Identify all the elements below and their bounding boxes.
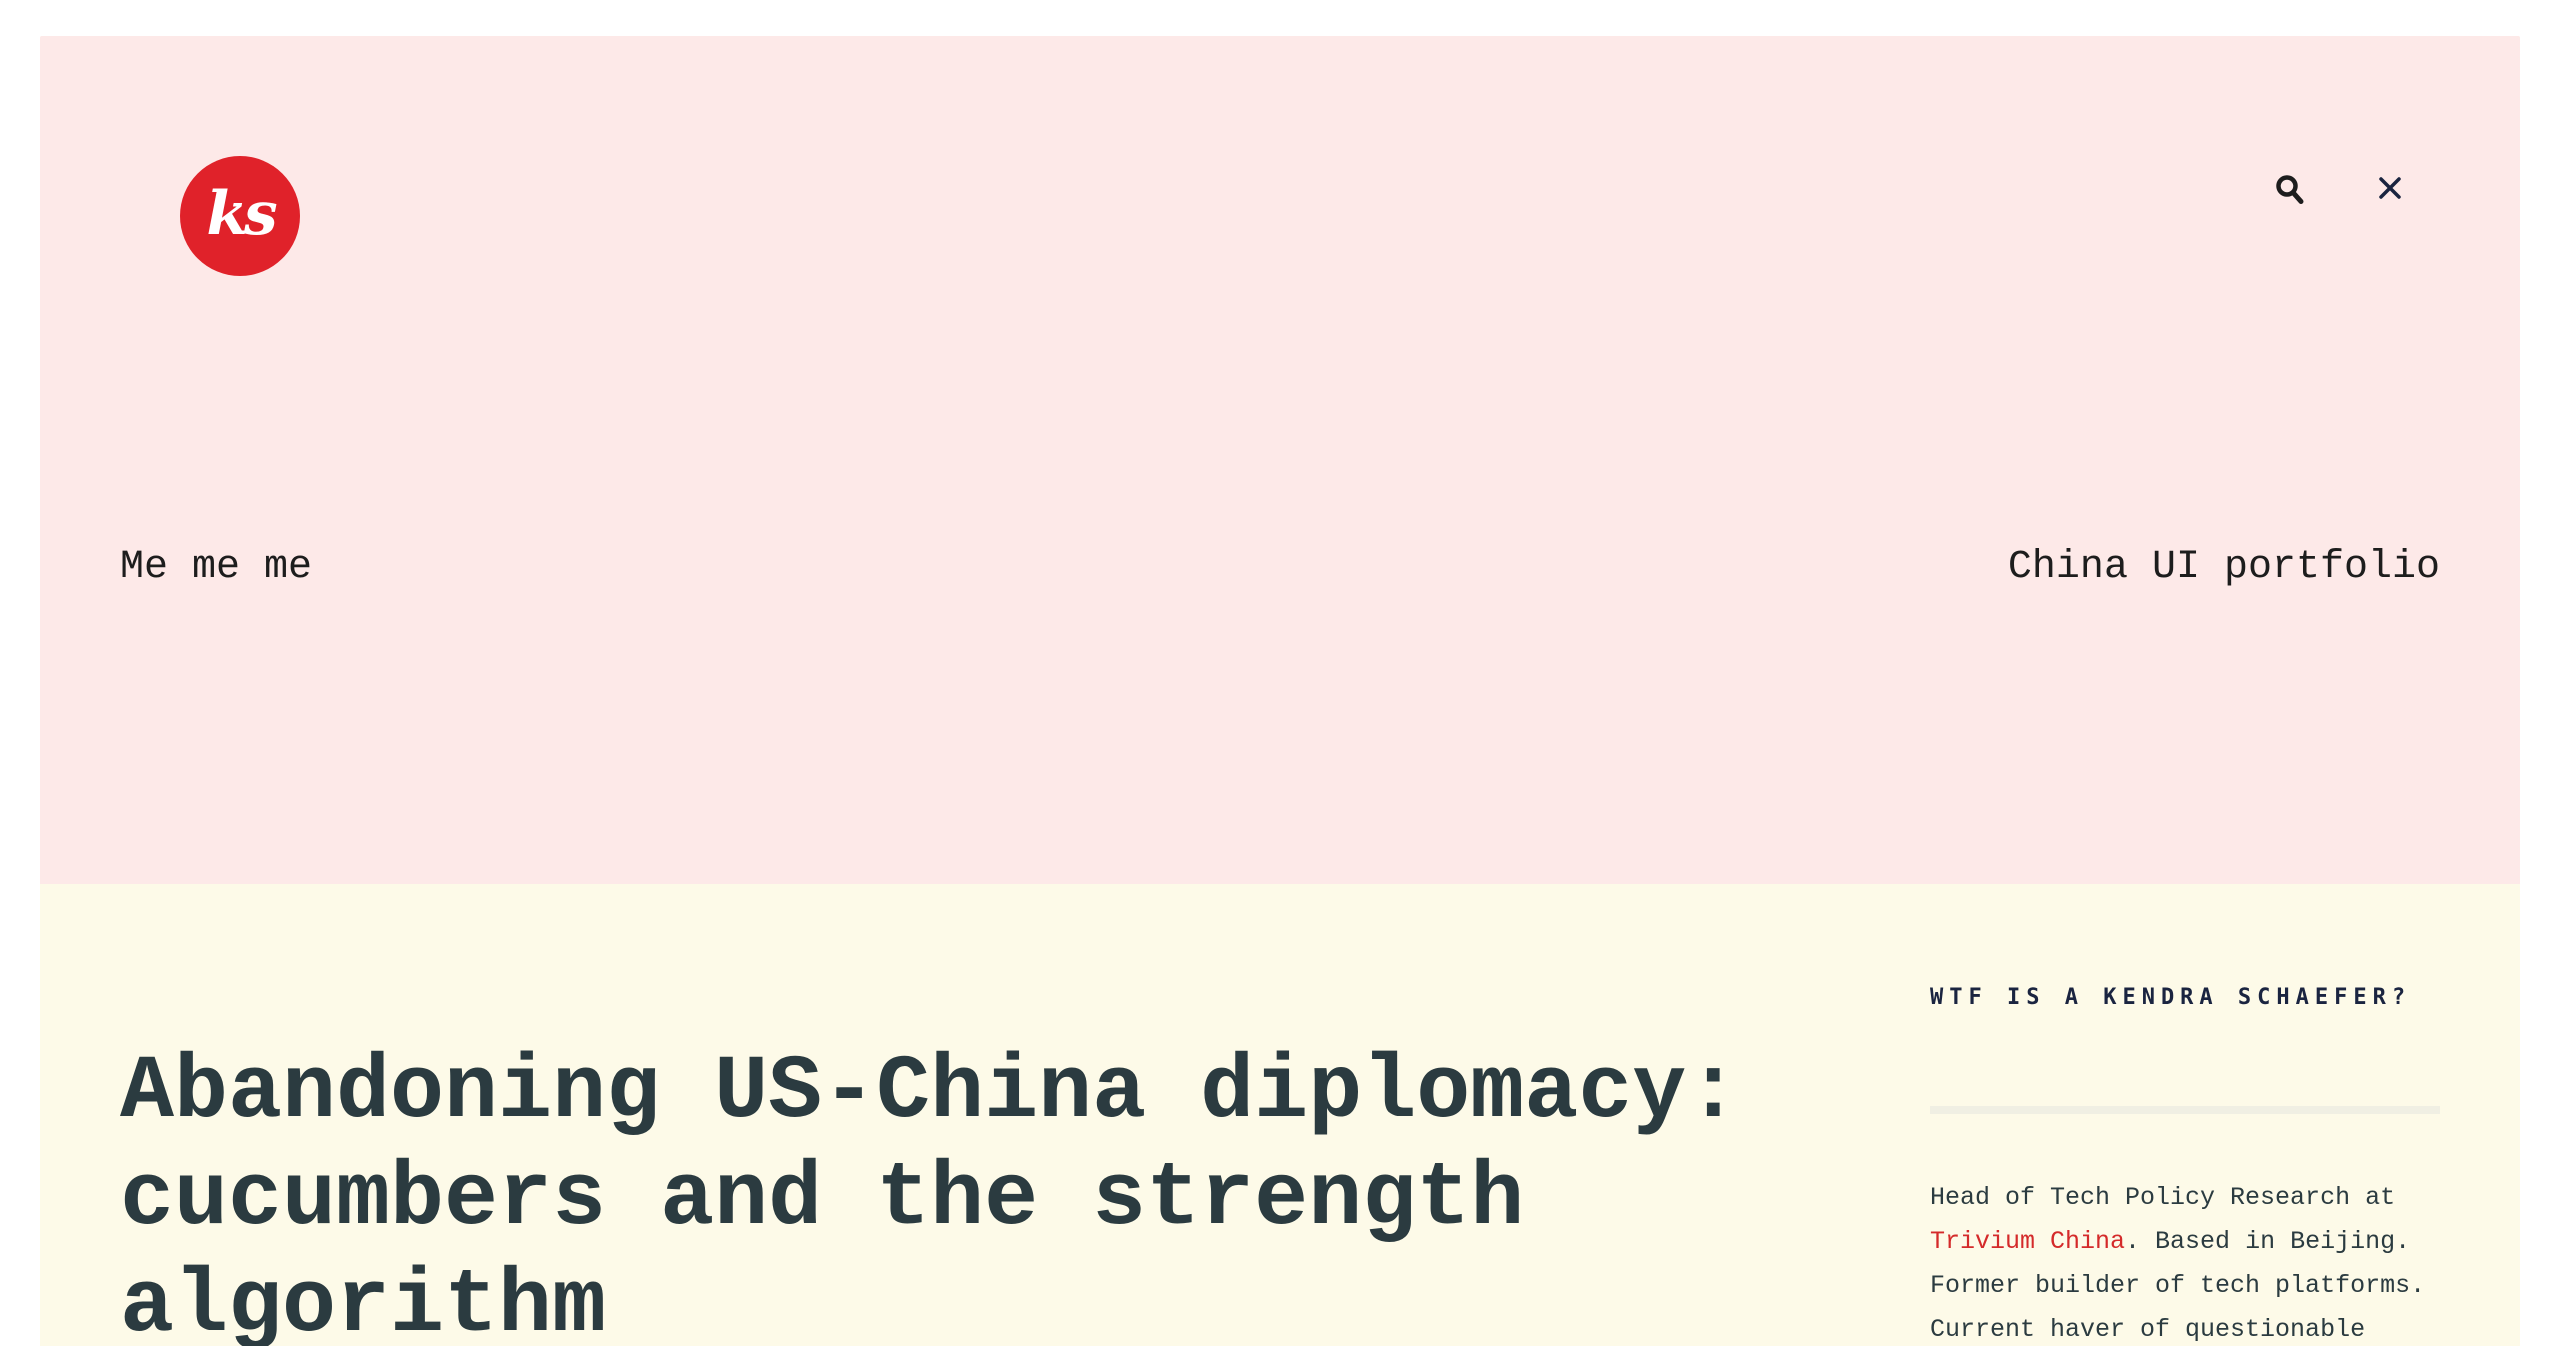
bio-text-start: Head of Tech Policy Research at: [1930, 1183, 2396, 1212]
post-title[interactable]: Abandoning US-China diplomacy: cucumbers…: [120, 1040, 1880, 1346]
browser-viewport: ks Me me me China UI portfolio Abandonin…: [40, 36, 2520, 1346]
logo-text: ks: [206, 179, 277, 249]
close-menu-button[interactable]: [2362, 160, 2418, 216]
search-button[interactable]: [2262, 162, 2318, 218]
trivium-china-link[interactable]: Trivium China: [1930, 1227, 2125, 1256]
sidebar-widget-title: WTF is a Kendra Schaefer?: [1930, 985, 2412, 1010]
main-content: Abandoning US-China diplomacy: cucumbers…: [40, 884, 2520, 1346]
nav-link-china-ui-portfolio[interactable]: China UI portfolio: [2008, 544, 2440, 592]
widget-divider: [1930, 1106, 2440, 1114]
sidebar-bio: Head of Tech Policy Research at Trivium …: [1930, 1176, 2440, 1346]
close-icon: [2379, 177, 2401, 199]
site-header: ks Me me me China UI portfolio: [40, 36, 2520, 884]
search-icon: [2276, 175, 2304, 204]
site-logo[interactable]: ks: [180, 156, 300, 276]
nav-link-me[interactable]: Me me me: [120, 544, 312, 592]
